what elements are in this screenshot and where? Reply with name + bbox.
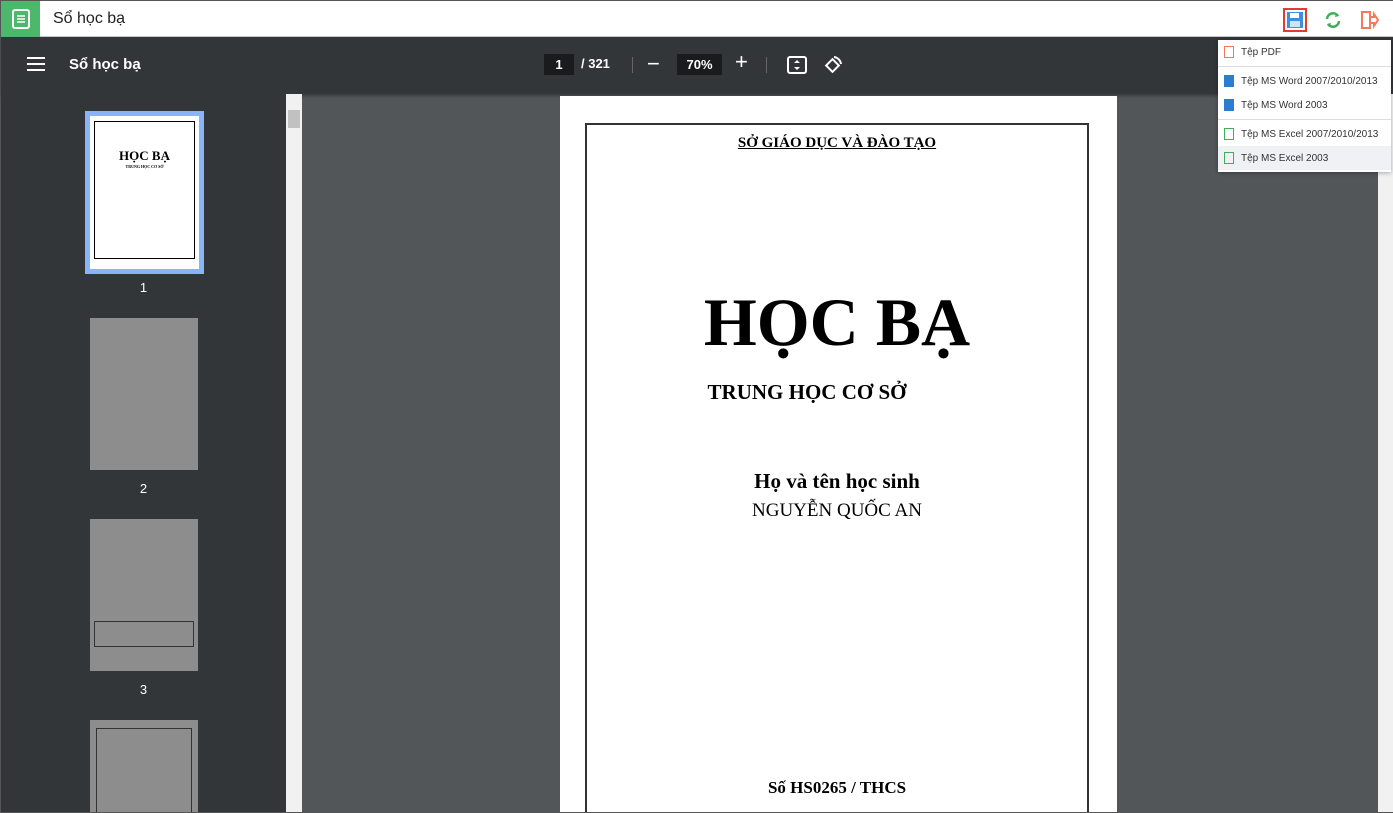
fit-page-icon[interactable] bbox=[787, 56, 807, 79]
export-menu: Tệp PDF Tệp MS Word 2007/2010/2013 Tệp M… bbox=[1218, 40, 1391, 172]
thumbnail-page-3[interactable] bbox=[90, 519, 198, 671]
record-number: Số HS0265 / THCS bbox=[767, 778, 907, 797]
word-icon bbox=[1224, 75, 1234, 87]
scrollbar-thumb[interactable] bbox=[288, 110, 300, 128]
page-border: SỞ GIÁO DỤC VÀ ĐÀO TẠO HỌC BẠ TRUNG HỌC … bbox=[585, 123, 1089, 812]
export-word-2003[interactable]: Tệp MS Word 2003 bbox=[1218, 93, 1391, 117]
document-page: SỞ GIÁO DỤC VÀ ĐÀO TẠO HỌC BẠ TRUNG HỌC … bbox=[560, 96, 1117, 812]
export-pdf[interactable]: Tệp PDF bbox=[1218, 40, 1391, 64]
divider bbox=[1218, 119, 1391, 120]
viewer-toolbar: Sổ học bạ 1 / 321 − 70% + bbox=[1, 37, 1393, 94]
export-excel-2007[interactable]: Tệp MS Excel 2007/2010/2013 bbox=[1218, 122, 1391, 146]
word-icon bbox=[1224, 99, 1234, 111]
page-total: / 321 bbox=[581, 56, 610, 71]
thumbnail-sidebar: HỌC BẠ TRUNG HỌC CƠ SỞ 1 2 3 bbox=[1, 94, 286, 812]
thumbnail-label: 1 bbox=[139, 280, 148, 295]
document-icon bbox=[1, 1, 40, 37]
exit-icon[interactable] bbox=[1357, 8, 1381, 32]
thumbnail-page-4[interactable] bbox=[90, 720, 198, 812]
export-word-2007[interactable]: Tệp MS Word 2007/2010/2013 bbox=[1218, 69, 1391, 93]
divider bbox=[1218, 66, 1391, 67]
menu-icon[interactable] bbox=[27, 57, 45, 71]
pdf-icon bbox=[1224, 46, 1234, 58]
page-number-input[interactable]: 1 bbox=[544, 54, 574, 75]
student-name-label: Họ và tên học sinh bbox=[754, 469, 920, 493]
main-scrollbar[interactable] bbox=[1378, 94, 1393, 812]
save-icon[interactable] bbox=[1283, 8, 1307, 32]
zoom-level[interactable]: 70% bbox=[677, 54, 722, 75]
school-level: TRUNG HỌC CƠ SỞ bbox=[707, 380, 907, 404]
excel-icon bbox=[1224, 152, 1234, 164]
department-heading: SỞ GIÁO DỤC VÀ ĐÀO TẠO bbox=[737, 135, 937, 151]
divider bbox=[632, 57, 633, 73]
document-main-title: HỌC BẠ bbox=[703, 284, 971, 360]
thumbnail-page-1[interactable]: HỌC BẠ TRUNG HỌC CƠ SỞ bbox=[85, 111, 204, 274]
thumbnail-label: 3 bbox=[139, 682, 148, 697]
thumbnail-page-2[interactable] bbox=[90, 318, 198, 470]
export-excel-2003[interactable]: Tệp MS Excel 2003 bbox=[1218, 146, 1391, 170]
refresh-icon[interactable] bbox=[1321, 8, 1345, 32]
rotate-icon[interactable] bbox=[823, 55, 843, 80]
student-name: NGUYỄN QUỐC AN bbox=[752, 500, 922, 521]
sidebar-scrollbar[interactable] bbox=[286, 94, 302, 812]
zoom-out-button[interactable]: − bbox=[647, 51, 660, 77]
document-title: Sổ học bạ bbox=[69, 56, 141, 73]
app-title: Sổ học bạ bbox=[53, 10, 126, 27]
zoom-in-button[interactable]: + bbox=[735, 49, 748, 75]
title-bar: Sổ học bạ bbox=[1, 1, 1393, 37]
divider bbox=[766, 57, 767, 73]
thumbnail-label: 2 bbox=[139, 481, 148, 496]
excel-icon bbox=[1224, 128, 1234, 140]
